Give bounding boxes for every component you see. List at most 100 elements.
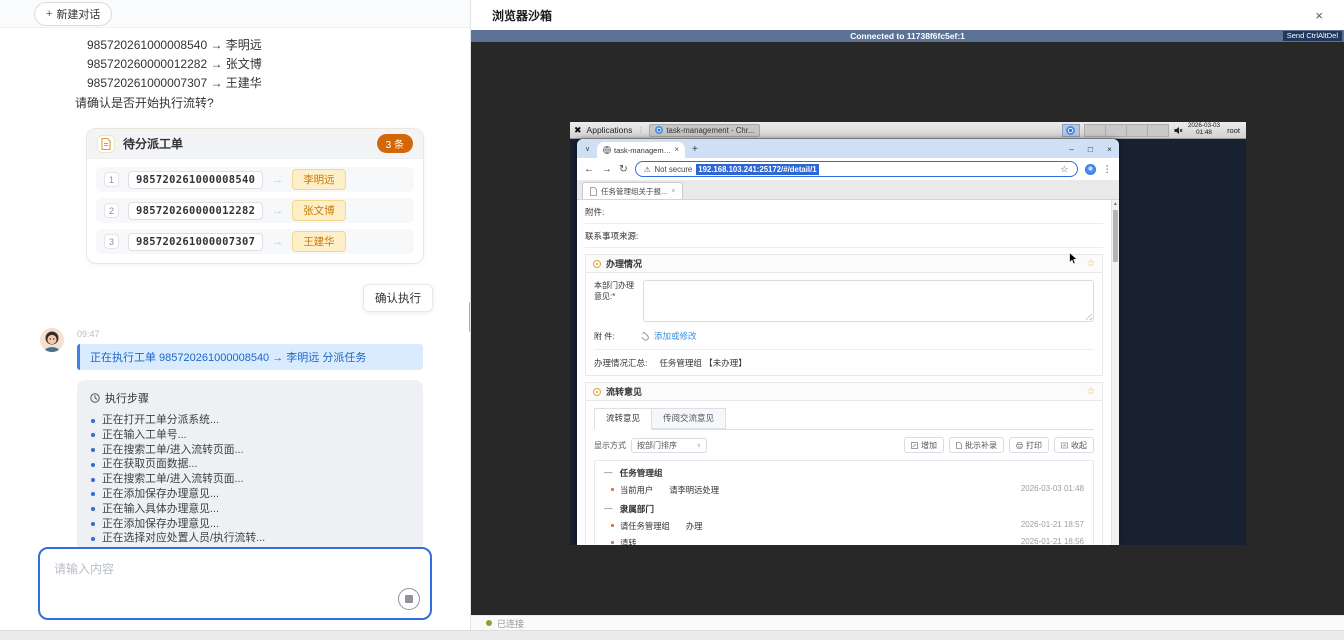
row-index: 3 (104, 234, 119, 249)
bookmark-star-icon[interactable]: ☆ (1060, 164, 1068, 175)
attachment-row: 附件: (585, 200, 1103, 224)
tree-item-value: 请李明远处理 (669, 484, 719, 496)
forward-icon[interactable]: → (602, 164, 613, 175)
workspace-pager[interactable] (1085, 124, 1169, 137)
count-badge: 3 条 (377, 134, 413, 153)
page-scrollbar[interactable]: ▲ (1111, 200, 1119, 545)
new-tab-icon[interactable]: + (692, 144, 698, 155)
arrow-right-icon: → (272, 174, 283, 186)
row-index: 1 (104, 172, 119, 187)
new-chat-button[interactable]: + 新建对话 (34, 2, 112, 26)
chat-input[interactable] (40, 549, 430, 618)
browser-tab[interactable]: task-management × (597, 142, 685, 158)
tab-close-icon[interactable]: × (674, 146, 679, 154)
add-or-modify-link[interactable]: 添加或修改 (654, 330, 697, 342)
url-text-selected[interactable]: 192.168.103.241:25172/#/detail/1 (696, 164, 818, 175)
collapse-minus-icon[interactable]: — (604, 503, 613, 515)
address-bar[interactable]: ⚠ Not secure 192.168.103.241:25172/#/det… (635, 161, 1078, 177)
close-icon[interactable]: × (1315, 9, 1323, 22)
edit-icon (911, 442, 918, 449)
new-chat-label: 新建对话 (56, 6, 100, 22)
collapse-button[interactable]: 收起 (1054, 437, 1094, 453)
executing-task-bubble: 正在执行工单 985720261000008540 → 李明远 分派任务 (77, 344, 423, 370)
opinion-tree: — 任务管理组 当前用户 请李明远处理 2026-03-03 01:48 (594, 460, 1094, 545)
page-tab-close-icon[interactable]: × (671, 188, 675, 195)
stop-generation-button[interactable] (398, 588, 420, 610)
handling-summary-row: 办理情况汇总: 任务管理组 【未办理】 (594, 350, 1094, 369)
bottom-strip (0, 630, 1344, 640)
close-window-icon[interactable]: × (1100, 144, 1119, 154)
step-item: 正在添加保存办理意见... (90, 517, 410, 532)
tab-flow-opinion[interactable]: 流转意见 (594, 408, 652, 430)
tab-search-chevron-icon[interactable]: ∨ (581, 142, 594, 155)
row-index: 2 (104, 203, 119, 218)
connected-dot-icon (486, 620, 492, 626)
minimize-icon[interactable]: – (1062, 144, 1081, 154)
taskbar-clock: 2026-03-03 01:48 (1188, 123, 1220, 137)
document-icon (956, 442, 962, 449)
xorg-logo-icon: ✖ (574, 125, 582, 136)
taskbar-window-button[interactable]: task-management - Chr... (649, 124, 760, 137)
steps-list: 正在打开工单分派系统... 正在输入工单号... 正在搜索工单/进入流转页面..… (90, 413, 410, 546)
order-row: 3 985720261000007307 → 王建华 (96, 229, 414, 254)
favorite-star-icon[interactable]: ☆ (1086, 386, 1095, 397)
vnc-viewport[interactable]: ✖ Applications ⋮ task-management - Chr..… (471, 42, 1344, 615)
print-button[interactable]: 打印 (1009, 437, 1049, 453)
assistant-message: 09:47 正在执行工单 985720261000008540 → 李明远 分派… (40, 328, 470, 558)
chevron-down-icon: ∨ (697, 442, 701, 449)
arrow-right-icon: → (272, 236, 283, 248)
scroll-up-icon[interactable]: ▲ (1112, 201, 1119, 207)
chat-input-container (38, 547, 432, 620)
tree-item-row: 当前用户 请李明远处理 2026-03-03 01:48 (604, 484, 1084, 496)
send-ctrl-alt-del-button[interactable]: Send CtrlAltDel (1283, 31, 1342, 41)
applications-menu[interactable]: Applications (587, 125, 633, 135)
tree-item-time: 2026-01-21 18:57 (1021, 520, 1084, 532)
tree-item-label: 请任务管理组 (620, 520, 670, 532)
tree-item-row: 请转 2026-01-21 18:56 (604, 537, 1084, 545)
order-row: 2 985720260000012282 → 张文博 (96, 198, 414, 223)
tab-circulate-opinion[interactable]: 传阅交流意见 (652, 408, 726, 429)
assistant-message-body: 09:47 正在执行工单 985720261000008540 → 李明远 分派… (77, 328, 423, 558)
add-opinion-label: 增加 (921, 440, 937, 451)
sandbox-header: 浏览器沙箱 × (471, 0, 1344, 30)
taskbar-user: root (1227, 126, 1240, 135)
page-scrollbar-thumb[interactable] (1113, 210, 1118, 262)
not-secure-label: Not secure (655, 165, 693, 174)
opinion-textarea[interactable] (643, 280, 1094, 322)
tree-group-row[interactable]: — 隶属部门 (604, 503, 1084, 515)
chrome-window: ∨ task-management × + – □ × (577, 139, 1119, 545)
assistant-intro-message: 985720261000008540 → 李明远 985720260000012… (0, 36, 470, 113)
chrome-tab-bar: ∨ task-management × + – □ × (577, 139, 1119, 158)
confirm-execute-button[interactable]: 确认执行 (363, 284, 433, 312)
favorite-star-icon[interactable]: ☆ (1086, 258, 1095, 269)
flow-section-title: 流转意见 (606, 385, 642, 398)
maximize-icon[interactable]: □ (1081, 144, 1100, 154)
flow-opinion-section: 流转意见 ☆ 流转意见 传阅交流意见 显示方式 (585, 382, 1103, 545)
back-icon[interactable]: ← (584, 164, 595, 175)
add-opinion-button[interactable]: 增加 (904, 437, 944, 453)
annotate-supplement-button[interactable]: 批示补录 (949, 437, 1004, 453)
browser-menu-icon[interactable]: ⋮ (1103, 164, 1113, 175)
tree-group-row[interactable]: — 任务管理组 (604, 467, 1084, 479)
contact-source-row: 联系事项来源: (585, 224, 1103, 248)
chat-message-list[interactable]: 985720261000008540 → 李明远 985720260000012… (0, 28, 470, 600)
collapse-minus-icon[interactable]: — (604, 467, 613, 479)
tree-item-time: 2026-03-03 01:48 (1021, 484, 1084, 496)
globe-favicon (603, 146, 611, 154)
profile-icon[interactable] (1085, 164, 1096, 175)
sort-select[interactable]: 按部门排序 ∨ (631, 438, 707, 453)
execution-steps-card: 执行步骤 正在打开工单分派系统... 正在输入工单号... 正在搜索工单/进入流… (77, 380, 423, 558)
tray-chrome-button[interactable] (1062, 124, 1080, 137)
window-controls: – □ × (1062, 139, 1119, 158)
connected-status-label: 已连接 (497, 617, 524, 630)
remote-desktop-screen[interactable]: ✖ Applications ⋮ task-management - Chr..… (570, 122, 1246, 545)
page-tab-label: 任务管理组关于报... (601, 186, 667, 197)
desktop-taskbar: ✖ Applications ⋮ task-management - Chr..… (570, 122, 1246, 139)
page-tab[interactable]: 任务管理组关于报... × (582, 182, 683, 199)
flow-section-body: 流转意见 传阅交流意见 显示方式 按部门排序 ∨ (586, 401, 1102, 545)
order-mapping-line: 985720261000008540 → 李明远 (75, 36, 470, 55)
arrow-right-icon: → (272, 205, 283, 217)
reload-icon[interactable]: ↻ (619, 164, 628, 175)
handling-section-header: 办理情况 ☆ (586, 255, 1102, 273)
app-root: + 新建对话 985720261000008540 → 李明远 98572026… (0, 0, 1344, 640)
